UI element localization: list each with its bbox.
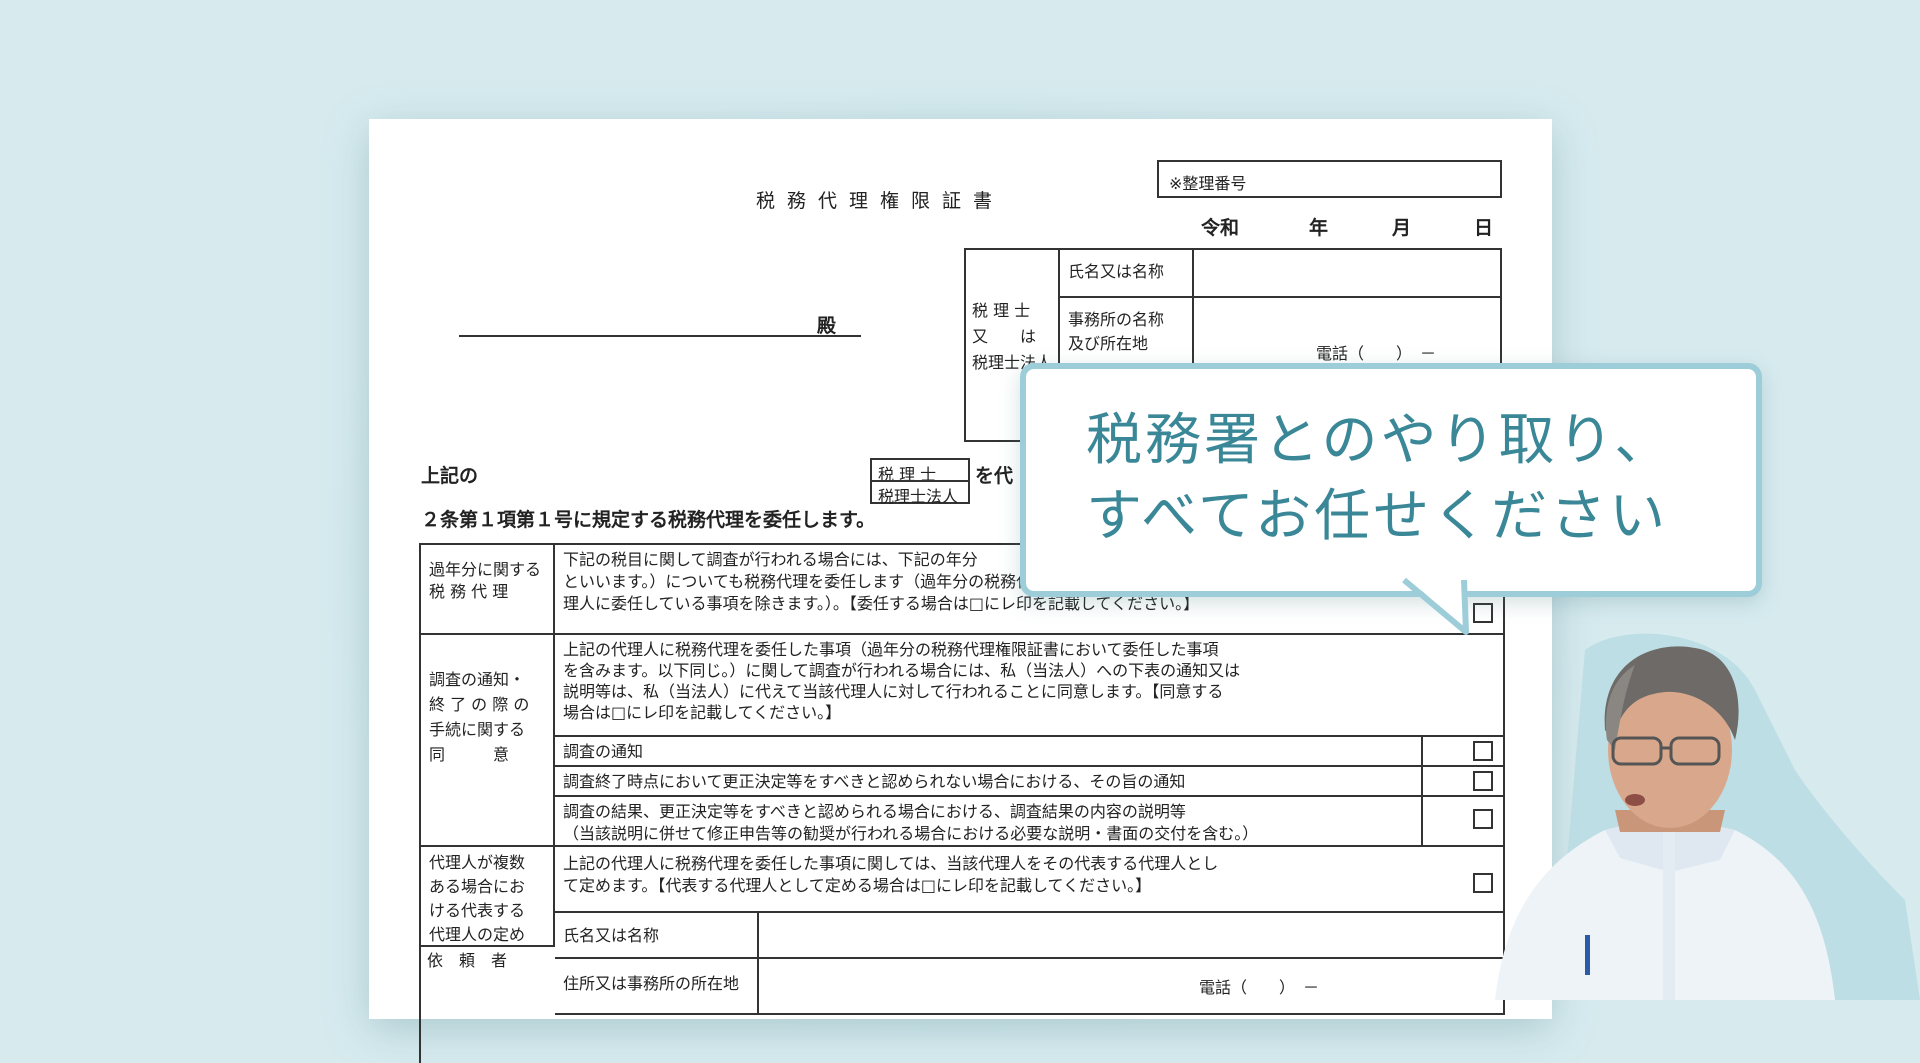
notification-sub-item: 調査の結果、更正決定等をすべきと認められる場合における、調査結果の内容の説明等 …	[555, 797, 1423, 847]
requester-address-field: 電話（ ） －	[759, 959, 1505, 1015]
requester-name-label: 氏名又は名称	[555, 913, 759, 959]
label-line: 同 意	[429, 745, 510, 764]
agent-name-label: 氏名又は名称	[1060, 250, 1194, 296]
option-zeirishi: 税 理 士	[870, 458, 970, 484]
label-line: ある場合にお	[429, 877, 526, 896]
addressee-suffix: 殿	[817, 315, 837, 337]
requester-name-field	[759, 913, 1505, 959]
text-line: 説明等は、私（当法人）に代えて当該代理人に対して行われることに同意します。【同意…	[563, 682, 1224, 701]
bubble-text: 税務署とのやり取り、 すべてお任せください	[1086, 403, 1673, 555]
consultant-photo	[1495, 633, 1920, 1000]
representative-label: 代理人が複数 ある場合にお ける代表する 代理人の定め	[421, 847, 555, 947]
intro-prefix: 上記の	[421, 465, 479, 487]
agent-label-line: 又 は	[972, 327, 1037, 346]
date-era: 令和	[1201, 217, 1240, 239]
seiri-bango-box: ※整理番号	[1157, 160, 1502, 198]
label-line: 手続に関する	[429, 720, 526, 739]
requester-label: 依 頼 者	[427, 951, 508, 970]
text-line: 場合は□にレ印を記載してください。】	[563, 703, 842, 722]
past-years-label: 過年分に関する 税 務 代 理	[421, 545, 555, 635]
delegation-table: 過年分に関する 税 務 代 理 下記の税目に関して調査が行われる場合には、下記の…	[419, 543, 1505, 1063]
addressee-line	[459, 335, 861, 337]
agent-name-row: 氏名又は名称	[1060, 250, 1500, 298]
agent-label-line: 税 理 士	[972, 301, 1031, 320]
document-title: 税務代理権限証書	[756, 190, 1005, 212]
date-month: 月	[1392, 217, 1412, 239]
representative-text: 上記の代理人に税務代理を委任した事項に関しては、当該代理人をその代表する代理人と…	[555, 847, 1505, 913]
option-zeirishi-hojin: 税理士法人	[870, 480, 970, 506]
requester-phone: 電話（ ） －	[1199, 978, 1320, 997]
text-line: 調査の結果、更正決定等をすべきと認められる場合における、調査結果の内容の説明等	[563, 802, 1186, 821]
agent-phone: 電話（ ） －	[1316, 344, 1437, 363]
notification-text: 上記の代理人に税務代理を委任した事項（過年分の税務代理権限証書において委任した事…	[555, 635, 1505, 737]
label-line: 税 務 代 理	[429, 582, 509, 601]
bubble-line: 税務署とのやり取り、	[1086, 408, 1674, 473]
label-line: 代理人が複数	[429, 853, 526, 872]
text-line: 上記の代理人に税務代理を委任した事項に関しては、当該代理人をその代表する代理人と…	[563, 854, 1219, 873]
bubble-line: すべてお任せください	[1086, 484, 1669, 549]
label-line: 終 了 の 際 の	[429, 695, 530, 714]
requester-address-label: 住所又は事務所の所在地	[555, 959, 759, 1015]
text-line: （当該説明に併せて修正申告等の勧奨が行われる場合における必要な説明・書面の交付を…	[563, 824, 1259, 843]
notification-label: 調査の通知・ 終 了 の 際 の 手続に関する 同 意	[421, 635, 555, 847]
label-line: 代理人の定め	[429, 925, 526, 944]
text-line: 上記の代理人に税務代理を委任した事項（過年分の税務代理権限証書において委任した事…	[563, 640, 1219, 659]
intro-suffix: を代	[975, 465, 1014, 487]
label-line: 調査の通知・	[429, 670, 526, 689]
label-line: ける代表する	[429, 901, 526, 920]
date-day: 日	[1474, 217, 1494, 239]
text-line: を含みます。以下同じ。）に関して調査が行われる場合には、私（当法人）への下表の通…	[563, 661, 1241, 680]
label-line: 過年分に関する	[429, 560, 542, 579]
intro-line2: ２条第１項第１号に規定する税務代理を委任します。	[421, 509, 876, 531]
notification-sub-item: 調査終了時点において更正決定等をすべきと認められない場合における、その旨の通知	[555, 767, 1423, 797]
text-line: て定めます。【代表する代理人として定める場合は□にレ印を記載してください。】	[563, 876, 1152, 895]
date-year: 年	[1309, 217, 1329, 239]
notification-sub-item: 調査の通知	[555, 737, 1423, 767]
agent-office-label-line: 事務所の名称	[1068, 310, 1165, 329]
speech-bubble: 税務署とのやり取り、 すべてお任せください	[1020, 363, 1762, 597]
agent-office-label-line: 及び所在地	[1068, 334, 1149, 353]
